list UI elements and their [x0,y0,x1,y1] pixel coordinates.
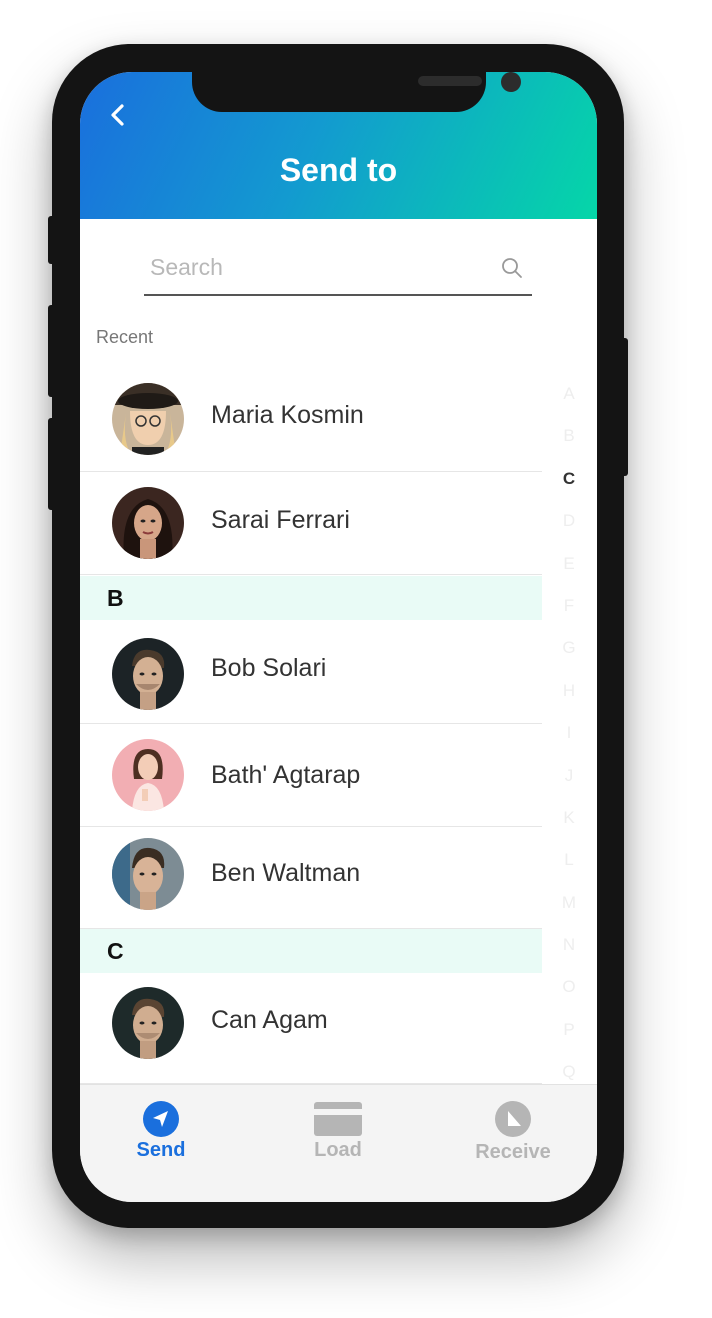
tab-label: Load [314,1139,362,1161]
alphabet-letter-active[interactable]: C [556,469,582,511]
section-header-c: C [80,929,542,973]
contact-row[interactable]: Maria Kosmin [80,367,542,472]
bottom-tab-bar: Send Load Receive [80,1084,597,1202]
mute-switch [48,216,56,264]
alphabet-letter[interactable]: I [556,723,582,765]
contact-row[interactable]: Ben Waltman [80,827,542,929]
contact-name: Bob Solari [211,654,327,682]
contact-name: Maria Kosmin [211,401,364,429]
section-header-b: B [80,576,542,620]
contact-avatar [112,638,184,710]
section-letter: C [107,938,124,964]
contact-row[interactable]: Bath' Agtarap [80,724,542,827]
alphabet-letter[interactable]: E [556,554,582,596]
section-letter: B [107,585,124,611]
contact-name: Can Agam [211,1006,328,1034]
page-title: Send to [279,152,398,188]
contact-name: Sarai Ferrari [211,506,350,534]
send-icon [143,1101,179,1137]
tab-load[interactable]: Load [273,1085,403,1175]
alphabet-letter[interactable]: L [556,850,582,892]
alphabet-letter[interactable]: A [556,384,582,426]
tab-label: Receive [475,1141,551,1163]
alphabet-letter[interactable]: P [556,1020,582,1062]
alphabet-letter[interactable]: K [556,808,582,850]
search-icon[interactable] [500,256,524,280]
contact-avatar [112,987,184,1059]
alphabet-letter[interactable]: N [556,935,582,977]
phone-notch [192,72,521,112]
volume-down-button [48,418,56,510]
alphabet-letter[interactable]: B [556,426,582,468]
alphabet-letter[interactable]: J [556,766,582,808]
volume-up-button [48,305,56,397]
speaker-grille [418,76,482,86]
contact-avatar [112,739,184,811]
alphabet-letter[interactable]: D [556,511,582,553]
contact-row[interactable]: Bob Solari [80,620,542,724]
contact-name: Ben Waltman [211,859,361,887]
tab-receive[interactable]: Receive [448,1085,578,1175]
contact-avatar [112,383,184,455]
power-button [620,338,628,476]
tab-send[interactable]: Send [96,1085,226,1175]
search-bar [144,242,532,296]
contact-row[interactable]: Sarai Ferrari [80,472,542,575]
contact-avatar [112,838,184,910]
back-arrow-icon[interactable] [106,100,132,130]
contact-avatar [112,487,184,559]
recent-section-label: Recent [96,327,154,347]
contact-name: Bath' Agtarap [211,761,361,789]
alphabet-letter[interactable]: F [556,596,582,638]
front-camera [501,72,521,92]
card-icon [314,1102,362,1136]
app-screen: Send to Recent Maria Kosm [80,72,597,1202]
tab-label: Send [136,1139,186,1161]
receive-icon [495,1101,531,1137]
contact-row[interactable]: Can Agam [80,973,542,1084]
search-input[interactable] [148,248,482,286]
alphabet-letter[interactable]: G [556,638,582,680]
alphabet-letter[interactable]: O [556,977,582,1019]
alphabet-index: A B C D E F G H I J K L M N O P Q R S [556,384,582,1189]
alphabet-letter[interactable]: H [556,681,582,723]
alphabet-letter[interactable]: M [556,893,582,935]
